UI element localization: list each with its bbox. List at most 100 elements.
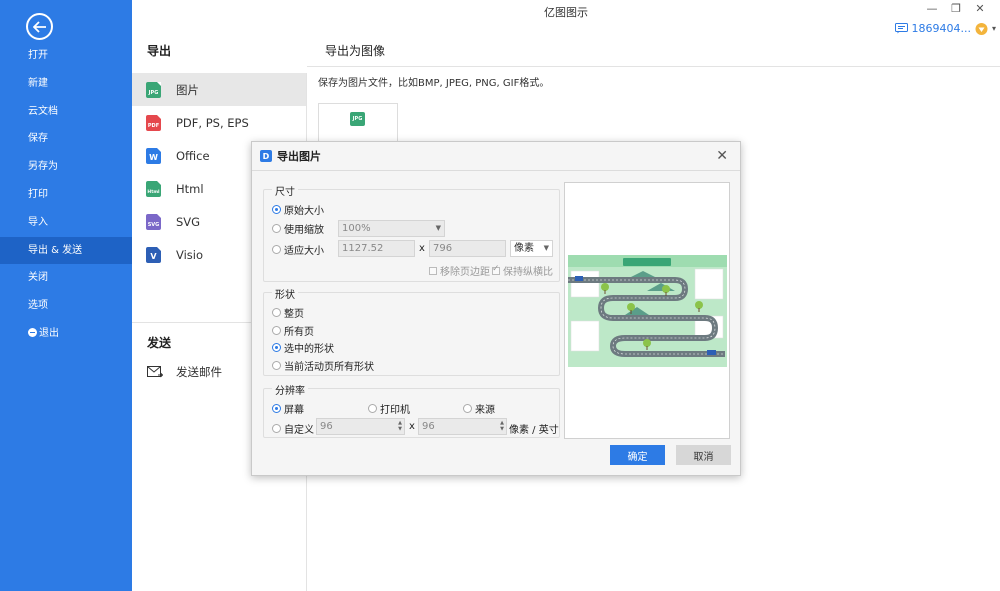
keep-ratio-checkbox[interactable] <box>492 264 500 275</box>
export-image-heading: 导出为图像 <box>325 44 386 58</box>
sidebar-menu: 打开 新建 云文档 保存 另存为 打印 导入 导出 & 发送 关闭 选项 退出 <box>0 42 132 348</box>
format-label: Visio <box>176 247 204 262</box>
export-heading: 导出 <box>147 44 172 58</box>
dpi-x-input[interactable]: 96 ▲ ▼ <box>316 418 405 435</box>
shape-option-label: 所有页 <box>284 327 314 338</box>
shape-group: 形状 整页 所有页 选中的形状 当前活动页所有形状 <box>263 286 560 376</box>
word-file-icon: W <box>146 147 161 164</box>
size-zoom-option[interactable]: 使用缩放 <box>272 221 324 236</box>
back-button[interactable] <box>26 13 53 40</box>
sidebar: 打开 新建 云文档 保存 另存为 打印 导入 导出 & 发送 关闭 选项 退出 <box>0 0 132 591</box>
dpi-x-value: 96 <box>320 421 333 432</box>
size-legend: 尺寸 <box>272 183 298 198</box>
sidebar-item-print[interactable]: 打印 <box>0 181 132 209</box>
shape-option-current-page[interactable]: 当前活动页所有形状 <box>272 358 374 373</box>
shape-option-all-pages[interactable]: 所有页 <box>272 323 314 338</box>
remove-margin-checkbox[interactable] <box>429 266 437 275</box>
window-controls: — ❐ ✕ <box>920 2 992 15</box>
chat-icon <box>894 23 908 34</box>
radio-all-pages[interactable] <box>272 326 281 335</box>
resolution-screen-option[interactable]: 屏幕 <box>272 401 304 416</box>
radio-source[interactable] <box>463 404 472 413</box>
radio-selected-shapes[interactable] <box>272 343 281 352</box>
divider <box>307 66 1000 67</box>
send-email-label: 发送邮件 <box>176 365 222 379</box>
restore-button[interactable]: ❐ <box>944 2 968 15</box>
format-label: PDF, PS, EPS <box>176 115 249 130</box>
send-email-item[interactable]: 发送邮件 <box>147 364 222 380</box>
sidebar-item-open[interactable]: 打开 <box>0 42 132 70</box>
dpi-y-input[interactable]: 96 ▲ ▼ <box>418 418 507 435</box>
resolution-printer-label: 打印机 <box>380 405 410 416</box>
radio-fit[interactable] <box>272 245 281 254</box>
radio-original[interactable] <box>272 205 281 214</box>
sidebar-item-close[interactable]: 关闭 <box>0 264 132 292</box>
sidebar-item-exit[interactable]: 退出 <box>0 320 132 348</box>
size-fit-label: 适应大小 <box>284 246 324 257</box>
jpg-file-icon: JPG <box>146 81 161 98</box>
shape-option-selected[interactable]: 选中的形状 <box>272 340 334 355</box>
send-heading: 发送 <box>147 336 172 350</box>
radio-custom[interactable] <box>272 424 281 433</box>
preview-thumbnail <box>568 255 727 367</box>
spinner-icon[interactable]: ▲ ▼ <box>398 420 402 432</box>
resolution-custom-label: 自定义 <box>284 425 314 436</box>
mail-send-icon <box>147 365 163 377</box>
sidebar-item-save[interactable]: 保存 <box>0 125 132 153</box>
height-value: 796 <box>433 243 453 254</box>
cancel-button[interactable]: 取消 <box>676 445 731 465</box>
resolution-printer-option[interactable]: 打印机 <box>368 401 410 416</box>
user-account[interactable]: 1869404... ▾ <box>894 22 996 35</box>
zoom-value: 100% <box>342 223 371 234</box>
sidebar-item-cloud[interactable]: 云文档 <box>0 98 132 126</box>
dialog-title: 导出图片 <box>277 150 321 163</box>
unit-select[interactable]: 像素 ▼ <box>510 240 553 257</box>
radio-zoom[interactable] <box>272 224 281 233</box>
spinner-icon[interactable]: ▲ ▼ <box>500 420 504 432</box>
svg-file-icon: SVG <box>146 213 161 230</box>
format-item-pdf[interactable]: PDF PDF, PS, EPS <box>132 106 306 139</box>
dialog-close-button[interactable]: ✕ <box>716 149 728 163</box>
export-image-description: 保存为图片文件，比如BMP, JPEG, PNG, GIF格式。 <box>318 78 550 89</box>
user-name: 1869404... <box>911 22 971 35</box>
radio-current-page[interactable] <box>272 361 281 370</box>
sidebar-item-options[interactable]: 选项 <box>0 292 132 320</box>
radio-printer[interactable] <box>368 404 377 413</box>
close-window-button[interactable]: ✕ <box>968 2 992 15</box>
zoom-select[interactable]: 100% ▼ <box>338 220 445 237</box>
resolution-legend: 分辨率 <box>272 382 308 397</box>
title-bar: 亿图图示 — ❐ ✕ <box>132 0 1000 22</box>
resolution-source-option[interactable]: 来源 <box>463 401 495 416</box>
resolution-custom-option[interactable]: 自定义 <box>272 421 314 436</box>
sidebar-item-export-send[interactable]: 导出 & 发送 <box>0 236 132 265</box>
size-fit-option[interactable]: 适应大小 <box>272 242 324 257</box>
export-preview <box>564 182 730 439</box>
format-item-image[interactable]: JPG 图片 <box>132 73 306 106</box>
keep-ratio-option[interactable]: 保持纵横比 <box>492 263 553 278</box>
chevron-down-icon: ▼ <box>543 244 549 252</box>
format-label: Office <box>176 148 210 163</box>
minimize-button[interactable]: — <box>920 2 944 15</box>
width-input[interactable]: 1127.52 <box>338 240 415 257</box>
sidebar-item-new[interactable]: 新建 <box>0 70 132 98</box>
ok-button[interactable]: 确定 <box>610 445 665 465</box>
height-input[interactable]: 796 <box>429 240 506 257</box>
export-image-dialog: D 导出图片 ✕ 尺寸 原始大小 使用缩放 100% ▼ 适应大小 1127.5… <box>251 141 741 476</box>
sidebar-item-import[interactable]: 导入 <box>0 209 132 237</box>
unit-value: 像素 <box>514 243 534 254</box>
shape-option-label: 当前活动页所有形状 <box>284 362 374 373</box>
sidebar-item-save-as[interactable]: 另存为 <box>0 153 132 181</box>
visio-file-icon: V <box>146 246 161 263</box>
jpg-file-icon: JPG <box>350 112 365 126</box>
resolution-group: 分辨率 屏幕 打印机 来源 自定义 96 ▲ ▼ x 96 ▲ ▼ 像素 / 英寸 <box>263 382 560 438</box>
shape-option-full-page[interactable]: 整页 <box>272 305 304 320</box>
radio-full-page[interactable] <box>272 308 281 317</box>
jpg-export-card[interactable]: JPG <box>318 103 398 143</box>
format-label: SVG <box>176 214 201 229</box>
size-original-option[interactable]: 原始大小 <box>272 202 324 217</box>
remove-margin-label: 移除页边距 <box>440 267 490 278</box>
remove-margin-option[interactable]: 移除页边距 <box>429 263 490 278</box>
radio-screen[interactable] <box>272 404 281 413</box>
shape-option-label: 整页 <box>284 309 304 320</box>
app-title: 亿图图示 <box>544 6 588 19</box>
